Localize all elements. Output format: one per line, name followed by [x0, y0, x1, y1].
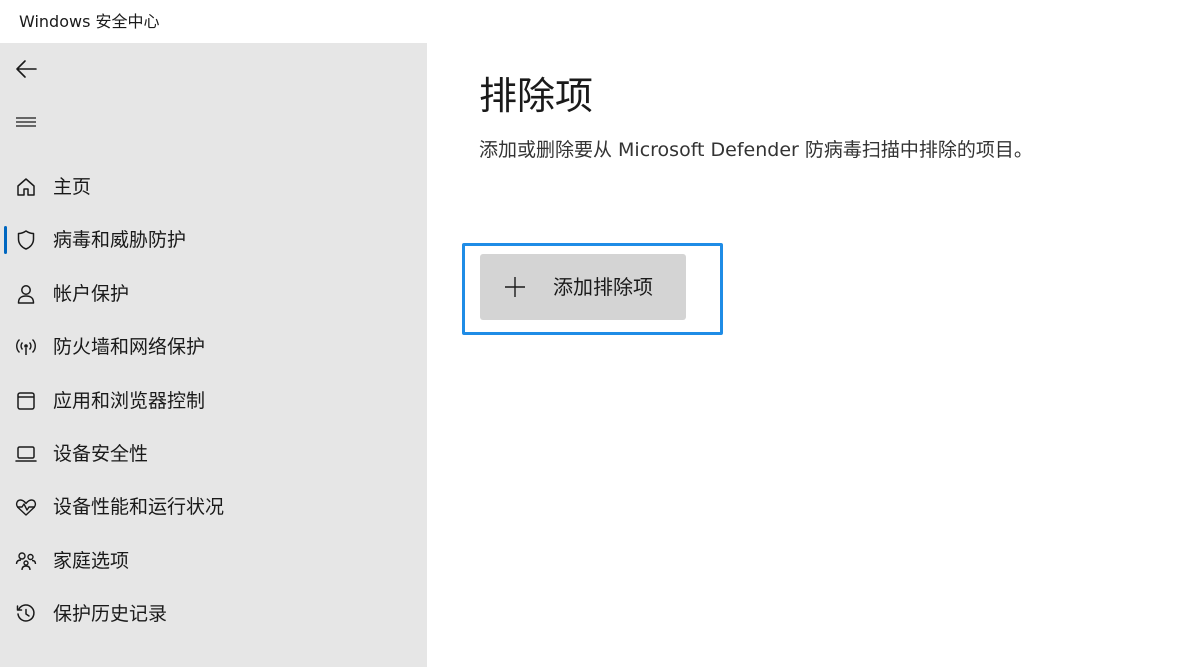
sidebar-item-label: 保护历史记录 [53, 603, 168, 625]
title-bar: Windows 安全中心 [0, 0, 1192, 43]
sidebar-item-home[interactable]: 主页 [0, 165, 427, 209]
sidebar-item-label: 设备性能和运行状况 [53, 496, 225, 518]
heart-pulse-icon [14, 496, 38, 518]
main-content: 排除项 添加或删除要从 Microsoft Defender 防病毒扫描中排除的… [427, 43, 1192, 667]
family-icon [14, 550, 38, 572]
page-description: 添加或删除要从 Microsoft Defender 防病毒扫描中排除的项目。 [479, 139, 1033, 161]
back-arrow-icon [16, 60, 37, 78]
hamburger-menu-icon [16, 117, 36, 127]
sidebar-item-label: 主页 [53, 176, 92, 198]
page-title: 排除项 [479, 74, 594, 118]
sidebar-item-app-browser-control[interactable]: 应用和浏览器控制 [0, 379, 427, 423]
window-title: Windows 安全中心 [19, 12, 160, 31]
sidebar-item-label: 设备安全性 [53, 443, 149, 465]
home-icon [14, 176, 38, 198]
selected-indicator [4, 226, 7, 254]
sidebar-item-device-performance[interactable]: 设备性能和运行状况 [0, 485, 427, 529]
sidebar-item-label: 帐户保护 [53, 283, 130, 305]
sidebar-item-label: 病毒和威胁防护 [53, 229, 187, 251]
sidebar-item-label: 防火墙和网络保护 [53, 336, 206, 358]
sidebar-item-label: 家庭选项 [53, 550, 130, 572]
back-button[interactable] [8, 53, 44, 85]
sidebar-item-device-security[interactable]: 设备安全性 [0, 432, 427, 476]
laptop-icon [14, 443, 38, 465]
history-icon [14, 603, 38, 625]
add-exclusion-label: 添加排除项 [553, 275, 653, 299]
sidebar-item-label: 应用和浏览器控制 [53, 390, 206, 412]
sidebar-item-family-options[interactable]: 家庭选项 [0, 539, 427, 583]
sidebar: 主页 病毒和威胁防护 帐户保护 防火墙和网络保护 应用和浏览器控制 设备安全性 … [0, 43, 427, 667]
shield-icon [14, 229, 38, 251]
sidebar-item-account-protection[interactable]: 帐户保护 [0, 272, 427, 316]
wireless-signal-icon [14, 336, 38, 358]
menu-button[interactable] [8, 106, 44, 138]
person-icon [14, 283, 38, 305]
sidebar-item-protection-history[interactable]: 保护历史记录 [0, 592, 427, 636]
sidebar-item-firewall[interactable]: 防火墙和网络保护 [0, 325, 427, 369]
add-exclusion-button[interactable]: 添加排除项 [480, 254, 686, 320]
sidebar-item-virus-protection[interactable]: 病毒和威胁防护 [0, 218, 427, 262]
browser-window-icon [14, 390, 38, 412]
plus-icon [505, 277, 525, 297]
